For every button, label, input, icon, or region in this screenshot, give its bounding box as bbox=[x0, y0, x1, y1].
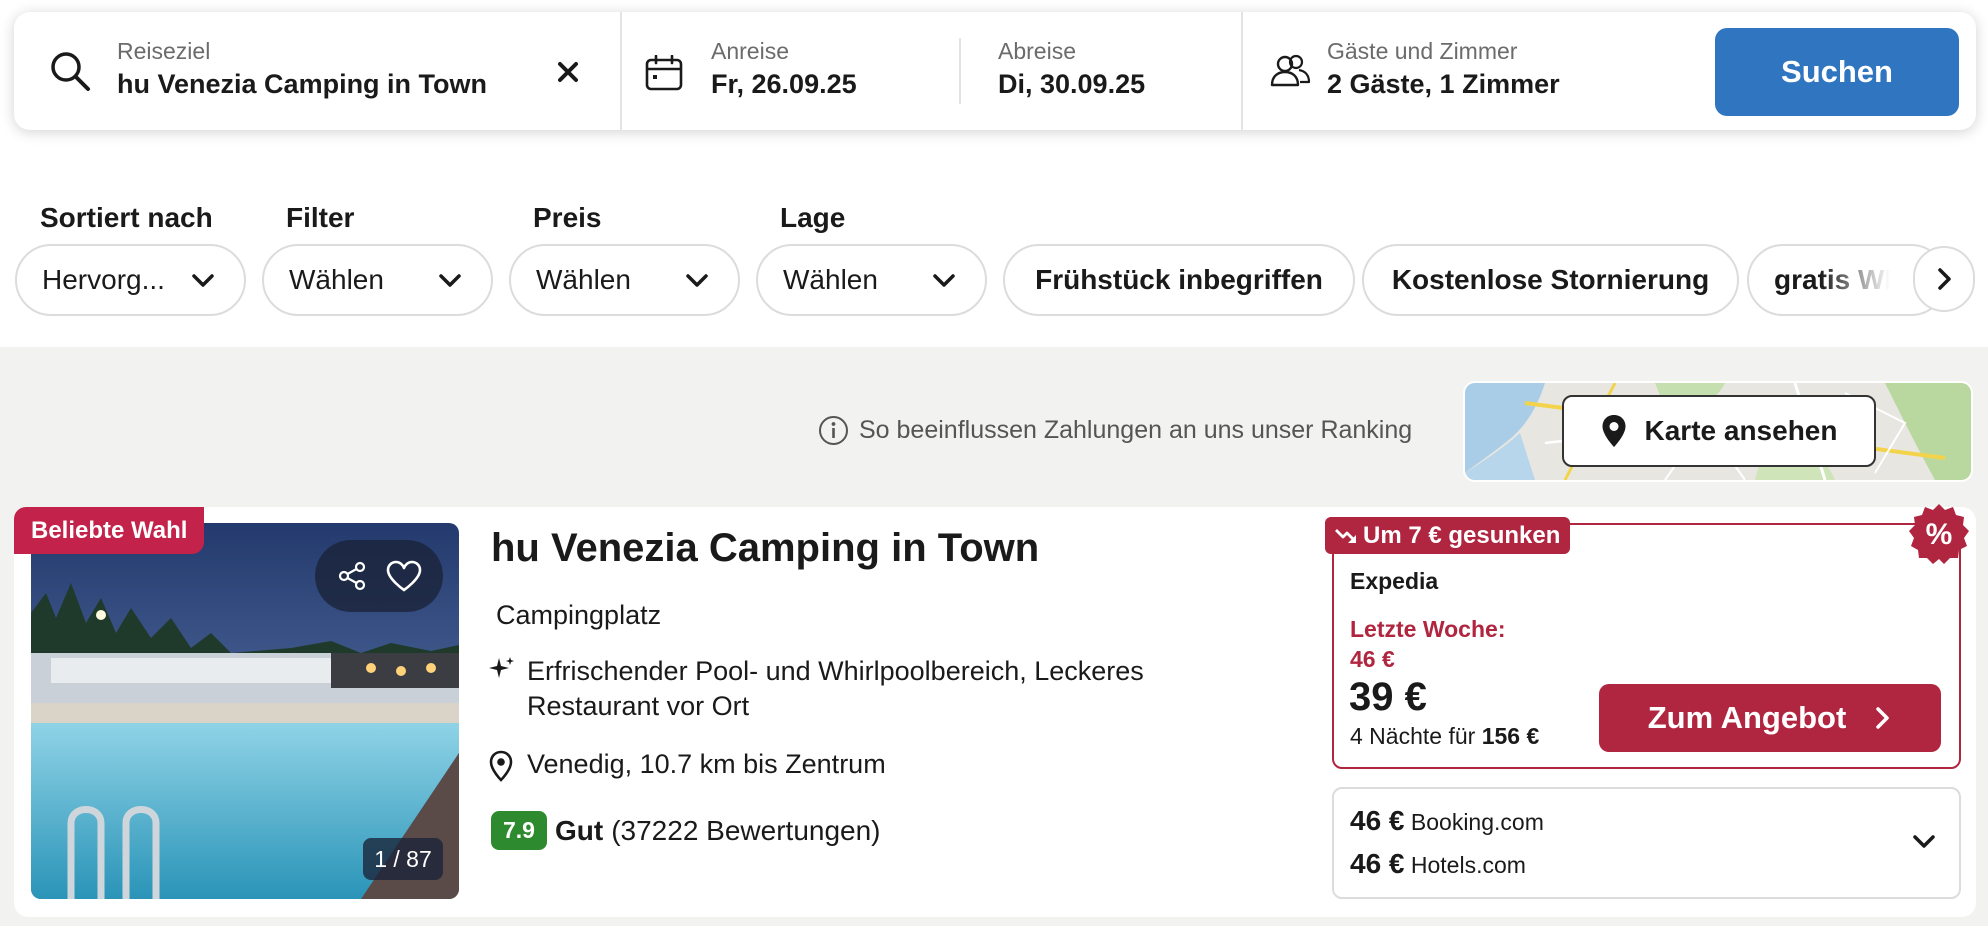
chevron-down-icon bbox=[192, 274, 214, 287]
photo-counter: 1 / 87 bbox=[363, 838, 443, 880]
checkin-label: Anreise bbox=[711, 38, 789, 64]
map-pin-icon bbox=[1602, 415, 1626, 447]
hotel-type: Campingplatz bbox=[496, 600, 662, 630]
hotel-title[interactable]: hu Venezia Camping in Town bbox=[491, 526, 1039, 571]
ranking-info-link[interactable]: So beeinflussen Zahlungen an uns unser R… bbox=[818, 415, 1412, 446]
photo-actions bbox=[315, 540, 443, 612]
price-dropdown[interactable]: Wählen bbox=[509, 244, 740, 316]
last-week-price: Letzte Woche: 46 € bbox=[1350, 614, 1505, 674]
chevron-down-icon bbox=[933, 274, 955, 287]
price-drop-text: Um 7 € gesunken bbox=[1363, 521, 1561, 549]
sort-dropdown[interactable]: Hervorg... bbox=[15, 244, 246, 316]
chevron-down-icon bbox=[686, 274, 708, 287]
trend-down-icon bbox=[1335, 528, 1356, 543]
checkin-value: Fr, 26.09.25 bbox=[711, 69, 857, 99]
checkin-field[interactable]: Anreise Fr, 26.09.25 bbox=[622, 12, 972, 130]
filter-value: Wählen bbox=[289, 264, 384, 295]
calendar-icon bbox=[645, 55, 683, 91]
sort-value: Hervorg... bbox=[42, 264, 165, 295]
rating-score: 7.9 bbox=[491, 811, 547, 850]
popular-badge: Beliebte Wahl bbox=[14, 507, 205, 554]
location-pin-icon bbox=[489, 750, 513, 782]
discount-symbol: % bbox=[1926, 518, 1953, 551]
location-label: Lage bbox=[780, 202, 846, 233]
scroll-fade bbox=[1820, 250, 1920, 310]
last-week-label: Letzte Woche: bbox=[1350, 616, 1506, 642]
discount-badge-icon: % bbox=[1909, 504, 1969, 564]
nights-text: 4 Nächte für bbox=[1350, 723, 1476, 749]
destination-field[interactable]: Reiseziel hu Venezia Camping in Town bbox=[14, 12, 620, 130]
alt-price: 46 € bbox=[1350, 848, 1405, 879]
scroll-right-button[interactable] bbox=[1913, 246, 1975, 312]
destination-label: Reiseziel bbox=[117, 38, 211, 64]
chip-breakfast[interactable]: Frühstück inbegriffen bbox=[1003, 244, 1355, 316]
clear-icon[interactable] bbox=[557, 61, 579, 83]
destination-value: hu Venezia Camping in Town bbox=[117, 69, 488, 99]
rating[interactable]: 7.9 Gut (37222 Bewertungen) bbox=[491, 811, 881, 850]
location-dropdown[interactable]: Wählen bbox=[756, 244, 987, 316]
ranking-info-text: So beeinflussen Zahlungen an uns unser R… bbox=[859, 416, 1413, 444]
chip-free-cancellation[interactable]: Kostenlose Stornierung bbox=[1362, 244, 1739, 316]
location-value: Wählen bbox=[783, 264, 878, 295]
rating-count: (37222 Bewertungen) bbox=[611, 814, 881, 846]
rating-word: Gut bbox=[554, 814, 604, 846]
chevron-down-icon[interactable] bbox=[1911, 831, 1937, 853]
share-icon[interactable] bbox=[337, 561, 367, 591]
view-offer-button[interactable]: Zum Angebot bbox=[1599, 684, 1941, 752]
guests-value: 2 Gäste, 1 Zimmer bbox=[1327, 69, 1560, 99]
checkout-value: Di, 30.09.25 bbox=[998, 69, 1146, 99]
checkout-field[interactable]: Abreise Di, 30.09.25 bbox=[961, 12, 1253, 130]
checkout-label: Abreise bbox=[998, 38, 1076, 64]
guests-icon bbox=[1270, 54, 1311, 87]
alt-price: 46 € bbox=[1350, 805, 1405, 836]
price-drop-badge: Um 7 € gesunken bbox=[1325, 517, 1571, 554]
filter-label: Filter bbox=[286, 202, 355, 233]
heart-icon[interactable] bbox=[386, 560, 422, 592]
view-map-button[interactable]: Karte ansehen bbox=[1562, 395, 1876, 467]
price-value: Wählen bbox=[536, 264, 631, 295]
guests-field[interactable]: Gäste und Zimmer 2 Gäste, 1 Zimmer bbox=[1243, 12, 1703, 130]
hotel-features: Erfrischender Pool- und Whirlpoolbereich… bbox=[527, 656, 1144, 721]
guests-label: Gäste und Zimmer bbox=[1327, 38, 1518, 64]
view-offer-label: Zum Angebot bbox=[1647, 700, 1847, 735]
provider-name: Expedia bbox=[1350, 568, 1439, 594]
price-label: Preis bbox=[533, 202, 602, 233]
alt-offer-row[interactable]: 46 € Booking.com bbox=[1350, 805, 1544, 837]
alt-provider: Hotels.com bbox=[1410, 852, 1526, 878]
search-button[interactable]: Suchen bbox=[1715, 28, 1959, 116]
total-price: 156 € bbox=[1481, 723, 1540, 749]
hotel-location: Venedig, 10.7 km bis Zentrum bbox=[527, 749, 886, 779]
chevron-right-icon bbox=[1876, 707, 1890, 729]
last-week-value: 46 € bbox=[1350, 646, 1395, 672]
alt-offer-row[interactable]: 46 € Hotels.com bbox=[1350, 848, 1526, 880]
sparkle-icon bbox=[489, 657, 514, 678]
nights-total: 4 Nächte für 156 € bbox=[1350, 723, 1539, 750]
view-map-label: Karte ansehen bbox=[1644, 415, 1838, 446]
alternative-offers[interactable] bbox=[1332, 787, 1961, 899]
info-icon bbox=[819, 416, 848, 445]
filter-dropdown[interactable]: Wählen bbox=[262, 244, 493, 316]
chevron-down-icon bbox=[439, 274, 461, 287]
chevron-right-icon bbox=[1938, 268, 1951, 290]
sort-label: Sortiert nach bbox=[40, 202, 213, 233]
alt-provider: Booking.com bbox=[1410, 809, 1544, 835]
current-price: 39 € bbox=[1349, 675, 1427, 719]
search-icon bbox=[51, 52, 90, 91]
search-bar: Reiseziel hu Venezia Camping in Town Anr… bbox=[14, 12, 1976, 130]
